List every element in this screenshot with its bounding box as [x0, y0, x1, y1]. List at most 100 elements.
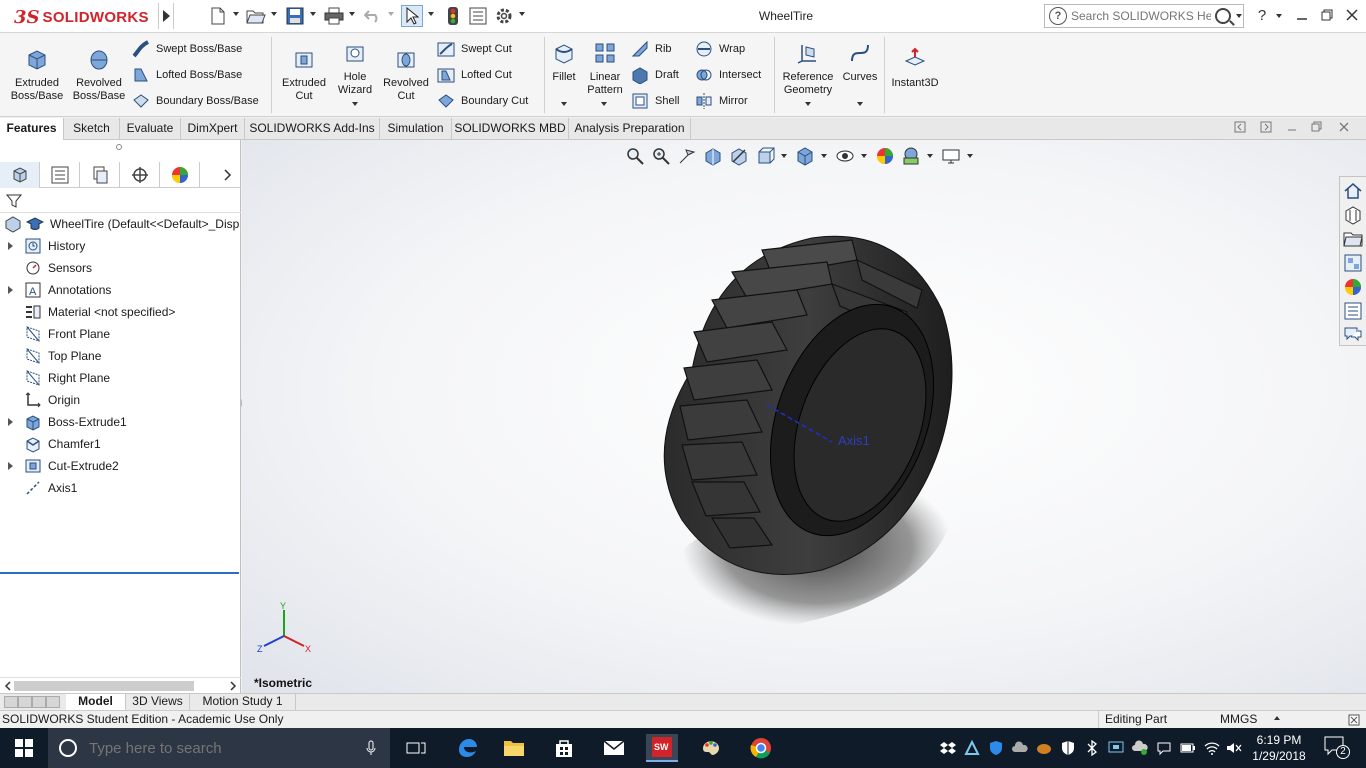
status-help-icon[interactable] — [1347, 713, 1361, 727]
tab-model[interactable]: Model — [66, 694, 126, 710]
display-manager-tab-icon[interactable] — [160, 162, 200, 188]
feature-manager-tab-icon[interactable] — [0, 162, 40, 188]
bluetooth-tray-icon[interactable] — [1084, 740, 1100, 756]
dropbox-tray-icon[interactable] — [940, 740, 956, 756]
apply-scene-caret[interactable] — [927, 154, 933, 158]
tab-features[interactable]: Features — [0, 118, 64, 140]
scroll-left-arrow[interactable] — [4, 681, 12, 691]
help-dropdown-caret[interactable] — [1276, 14, 1282, 18]
select-dropdown-caret[interactable] — [428, 12, 434, 16]
security-tray-icon[interactable] — [1060, 740, 1076, 756]
tree-item[interactable]: Boss-Extrude1 — [8, 411, 127, 433]
dimxpert-manager-tab-icon[interactable] — [120, 162, 160, 188]
rib-button[interactable]: Rib — [631, 39, 672, 59]
boundary-cut-button[interactable]: Boundary Cut — [437, 91, 528, 111]
zoom-to-fit-icon[interactable] — [625, 146, 645, 166]
print-dropdown-caret[interactable] — [349, 12, 355, 16]
hole-wizard-dropdown-caret[interactable] — [352, 102, 358, 106]
solidworks-resources-home-icon[interactable] — [1343, 181, 1363, 201]
display-tray-icon[interactable] — [1108, 740, 1124, 756]
open-folder-icon[interactable] — [245, 5, 267, 27]
paint-icon[interactable] — [695, 734, 727, 762]
tab-prev-arrow[interactable] — [18, 696, 32, 708]
action-center-button[interactable]: 2 — [1324, 736, 1350, 760]
appearances-scenes-icon[interactable] — [1343, 277, 1363, 297]
taskbar-search-input[interactable] — [89, 739, 349, 757]
restore-button[interactable] — [1317, 6, 1337, 26]
file-properties-icon[interactable] — [467, 5, 489, 27]
new-document-icon[interactable] — [207, 5, 229, 27]
help-search-input[interactable] — [1071, 9, 1211, 23]
wrap-button[interactable]: Wrap — [695, 39, 745, 59]
taskbar-clock[interactable]: 6:19 PM 1/29/2018 — [1246, 732, 1312, 764]
minimize-button[interactable] — [1292, 6, 1312, 26]
view-settings-icon[interactable] — [941, 146, 961, 166]
rebuild-traffic-light-icon[interactable] — [442, 5, 464, 27]
taskbar-search-box[interactable] — [48, 728, 390, 768]
microphone-icon[interactable] — [366, 740, 376, 756]
mail-icon[interactable] — [598, 734, 630, 762]
close-button[interactable] — [1342, 6, 1362, 26]
options-dropdown-caret[interactable] — [519, 12, 525, 16]
volume-muted-icon[interactable] — [1226, 740, 1242, 756]
rollback-bar[interactable] — [0, 572, 239, 574]
tree-item[interactable]: History — [8, 235, 85, 257]
open-dropdown-caret[interactable] — [271, 12, 277, 16]
tree-item[interactable]: Right Plane — [24, 367, 110, 389]
tree-item[interactable]: Axis1 — [24, 477, 77, 499]
print-icon[interactable] — [323, 5, 345, 27]
app-tray-icon[interactable] — [1036, 740, 1052, 756]
viewport-tile-right-icon[interactable] — [1258, 121, 1274, 137]
linear-pattern-button[interactable]: Linear Pattern — [584, 41, 626, 97]
expand-arrow-icon[interactable] — [8, 242, 13, 250]
tree-root-part[interactable]: WheelTire (Default<<Default>_Disp — [4, 213, 239, 235]
menu-expand-arrow[interactable] — [158, 3, 174, 29]
store-icon[interactable] — [548, 734, 580, 762]
file-explorer-taskbar-icon[interactable] — [498, 734, 530, 762]
tree-item[interactable]: Sensors — [24, 257, 92, 279]
scroll-thumb[interactable] — [14, 681, 194, 691]
tab-last-arrow[interactable] — [46, 696, 60, 708]
hide-show-items-icon[interactable] — [835, 146, 855, 166]
tree-item[interactable]: Front Plane — [24, 323, 110, 345]
view-settings-caret[interactable] — [967, 154, 973, 158]
graphics-area[interactable]: Axis1 Y X Z *Isometric — [242, 140, 1366, 693]
custom-properties-icon[interactable] — [1343, 301, 1363, 321]
expand-arrow-icon[interactable] — [8, 462, 13, 470]
tab-solidworks-mbd[interactable]: SOLIDWORKS MBD — [452, 118, 569, 140]
curves-button[interactable]: Curves — [840, 41, 880, 84]
new-dropdown-caret[interactable] — [233, 12, 239, 16]
expand-arrow-icon[interactable] — [8, 286, 13, 294]
draft-button[interactable]: Draft — [631, 65, 679, 85]
unit-system-caret[interactable] — [1274, 716, 1280, 720]
display-style-caret[interactable] — [821, 154, 827, 158]
chat-tray-icon[interactable] — [1156, 740, 1172, 756]
lofted-cut-button[interactable]: Lofted Cut — [437, 65, 512, 85]
scroll-right-arrow[interactable] — [229, 681, 237, 691]
tree-filter-row[interactable] — [0, 189, 241, 213]
battery-tray-icon[interactable] — [1180, 740, 1196, 756]
extruded-boss-button[interactable]: Extruded Boss/Base — [6, 47, 68, 103]
tree-item[interactable]: Top Plane — [24, 345, 101, 367]
tab-simulation[interactable]: Simulation — [380, 118, 452, 140]
panel-tabs-more-arrow[interactable] — [224, 169, 232, 181]
tab-motion-study-1[interactable]: Motion Study 1 — [190, 694, 296, 710]
viewport-tile-left-icon[interactable] — [1232, 121, 1248, 137]
reference-geometry-dropdown-caret[interactable] — [805, 102, 811, 106]
swept-boss-button[interactable]: Swept Boss/Base — [132, 39, 242, 59]
edit-appearance-icon[interactable] — [875, 146, 895, 166]
curves-dropdown-caret[interactable] — [857, 102, 863, 106]
shell-button[interactable]: Shell — [631, 91, 679, 111]
view-orientation-caret[interactable] — [781, 154, 787, 158]
solidworks-logo[interactable]: 3S SOLIDWORKS — [14, 5, 149, 29]
fillet-button[interactable]: Fillet — [548, 41, 580, 84]
tree-item[interactable]: A Annotations — [8, 279, 111, 301]
revolved-boss-button[interactable]: Revolved Boss/Base — [70, 47, 128, 103]
shield-tray-icon[interactable] — [988, 740, 1004, 756]
tree-item[interactable]: Material <not specified> — [24, 301, 175, 323]
tab-3d-views[interactable]: 3D Views — [126, 694, 190, 710]
design-library-icon[interactable] — [1343, 205, 1363, 225]
undo-icon[interactable] — [362, 5, 384, 27]
apply-scene-icon[interactable] — [901, 146, 921, 166]
autodesk-tray-icon[interactable] — [964, 740, 980, 756]
